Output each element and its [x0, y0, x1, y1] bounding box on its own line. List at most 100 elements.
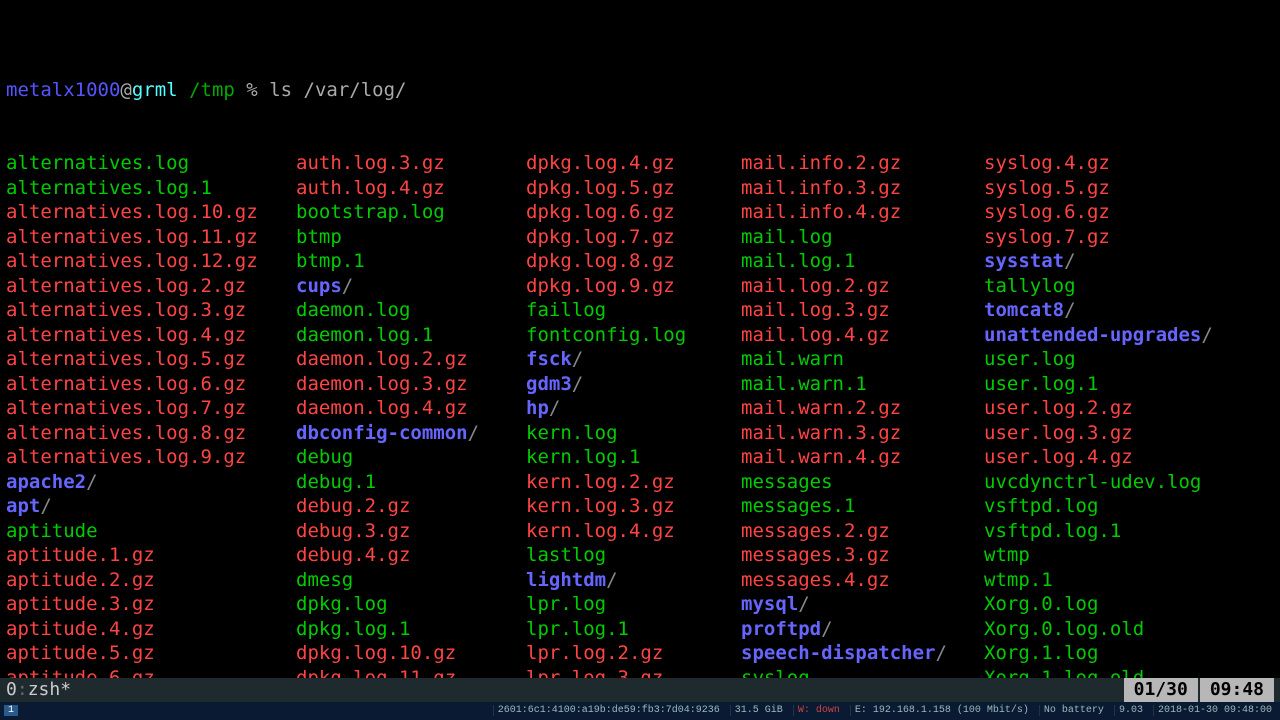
ls-entry: daemon.log.4.gz: [296, 396, 526, 421]
archive-entry: auth.log.4.gz: [296, 177, 445, 199]
battery-segment: No battery: [1039, 705, 1108, 716]
ls-entry: daemon.log.3.gz: [296, 372, 526, 397]
status-date: 01/30: [1124, 678, 1198, 702]
archive-entry: alternatives.log.6.gz: [6, 373, 246, 395]
ls-entry: mail.info.2.gz: [741, 151, 984, 176]
dir-entry: lightdm: [526, 569, 606, 591]
file-entry: dmesg: [296, 569, 353, 591]
file-entry: faillog: [526, 299, 606, 321]
file-entry: vsftpd.log.1: [984, 520, 1121, 542]
file-entry: mail.warn: [741, 348, 844, 370]
ls-row: alternatives.log.6.gzdaemon.log.3.gzgdm3…: [6, 372, 1274, 397]
ls-entry: wtmp.1: [984, 568, 1053, 593]
ls-entry: debug.4.gz: [296, 543, 526, 568]
ls-row: alternatives.log.8.gzdbconfig-common/ker…: [6, 421, 1274, 446]
file-entry: tallylog: [984, 275, 1076, 297]
workspace-indicator[interactable]: 1: [4, 702, 22, 720]
file-entry: mail.log.1: [741, 250, 855, 272]
ls-entry: debug.3.gz: [296, 519, 526, 544]
dir-entry: sysstat: [984, 250, 1064, 272]
ls-row: alternatives.log.9.gzdebugkern.log.1mail…: [6, 445, 1274, 470]
ls-entry: debug.1: [296, 470, 526, 495]
dir-slash: /: [1064, 250, 1075, 272]
ls-row: alternatives.log.1auth.log.4.gzdpkg.log.…: [6, 176, 1274, 201]
ls-row: aptitude.4.gzdpkg.log.1lpr.log.1proftpd/…: [6, 617, 1274, 642]
ls-entry: tallylog: [984, 274, 1076, 299]
archive-entry: daemon.log.3.gz: [296, 373, 468, 395]
ls-row: apt/debug.2.gzkern.log.3.gzmessages.1vsf…: [6, 494, 1274, 519]
file-entry: kern.log.1: [526, 446, 640, 468]
dir-entry: fsck: [526, 348, 572, 370]
ls-entry: lightdm/: [526, 568, 741, 593]
dir-entry: cups: [296, 275, 342, 297]
command-text: ls /var/log/: [269, 79, 406, 101]
archive-entry: syslog.4.gz: [984, 152, 1110, 174]
archive-entry: alternatives.log.2.gz: [6, 275, 246, 297]
archive-entry: dpkg.log.9.gz: [526, 275, 675, 297]
ls-entry: Xorg.0.log.old: [984, 617, 1144, 642]
dir-entry: apache2: [6, 471, 86, 493]
dir-slash: /: [821, 618, 832, 640]
file-entry: bootstrap.log: [296, 201, 445, 223]
ls-entry: alternatives.log.8.gz: [6, 421, 296, 446]
file-entry: Xorg.0.log.old: [984, 618, 1144, 640]
eth-segment: E: 192.168.1.158 (100 Mbit/s): [850, 705, 1033, 716]
dir-entry: tomcat8: [984, 299, 1064, 321]
ls-entry: alternatives.log: [6, 151, 296, 176]
file-entry: mail.log: [741, 226, 833, 248]
ls-entry: aptitude.2.gz: [6, 568, 296, 593]
file-entry: daemon.log.1: [296, 324, 433, 346]
ls-entry: lpr.log: [526, 592, 741, 617]
archive-entry: dpkg.log.6.gz: [526, 201, 675, 223]
archive-entry: aptitude.4.gz: [6, 618, 155, 640]
ls-entry: apt/: [6, 494, 296, 519]
file-entry: wtmp.1: [984, 569, 1053, 591]
ls-entry: aptitude.4.gz: [6, 617, 296, 642]
ls-row: alternatives.log.7.gzdaemon.log.4.gzhp/m…: [6, 396, 1274, 421]
ls-entry: mysql/: [741, 592, 984, 617]
file-entry: user.log.1: [984, 373, 1098, 395]
status-left: 0:zsh*: [6, 678, 71, 702]
ls-entry: alternatives.log.10.gz: [6, 200, 296, 225]
status-right: 01/30 09:48: [1124, 678, 1274, 702]
archive-entry: messages.2.gz: [741, 520, 890, 542]
file-entry: debug.1: [296, 471, 376, 493]
archive-entry: mail.log.2.gz: [741, 275, 890, 297]
ls-entry: mail.warn.3.gz: [741, 421, 984, 446]
archive-entry: dpkg.log.7.gz: [526, 226, 675, 248]
dir-entry: hp: [526, 397, 549, 419]
ls-entry: syslog.6.gz: [984, 200, 1110, 225]
ipv6-segment: 2601:6c1:4100:a19b:de59:fb3:7d04:9236: [493, 705, 724, 716]
dir-slash: /: [549, 397, 560, 419]
archive-entry: alternatives.log.12.gz: [6, 250, 258, 272]
archive-entry: syslog.6.gz: [984, 201, 1110, 223]
prompt-user: metalx1000: [6, 79, 120, 101]
ls-entry: auth.log.4.gz: [296, 176, 526, 201]
dir-slash: /: [86, 471, 97, 493]
ls-entry: syslog.5.gz: [984, 176, 1110, 201]
ls-entry: daemon.log.1: [296, 323, 526, 348]
ls-entry: alternatives.log.1: [6, 176, 296, 201]
file-entry: messages.1: [741, 495, 855, 517]
ls-entry: Xorg.0.log: [984, 592, 1098, 617]
ls-entry: alternatives.log.2.gz: [6, 274, 296, 299]
archive-entry: debug.4.gz: [296, 544, 410, 566]
ls-entry: aptitude.1.gz: [6, 543, 296, 568]
file-entry: Xorg.0.log: [984, 593, 1098, 615]
file-entry: kern.log: [526, 422, 618, 444]
ls-entry: aptitude: [6, 519, 296, 544]
dir-slash: /: [572, 373, 583, 395]
terminal[interactable]: metalx1000@grml /tmp % ls /var/log/ alte…: [0, 0, 1280, 720]
ls-entry: tomcat8/: [984, 298, 1076, 323]
ls-entry: daemon.log: [296, 298, 526, 323]
archive-entry: alternatives.log.10.gz: [6, 201, 258, 223]
ls-entry: user.log.4.gz: [984, 445, 1133, 470]
archive-entry: alternatives.log.7.gz: [6, 397, 246, 419]
archive-entry: mail.log.3.gz: [741, 299, 890, 321]
archive-entry: aptitude.5.gz: [6, 642, 155, 664]
ls-row: alternatives.log.12.gzbtmp.1dpkg.log.8.g…: [6, 249, 1274, 274]
ls-entry: alternatives.log.11.gz: [6, 225, 296, 250]
disk-segment: 31.5 GiB: [730, 705, 787, 716]
prompt-symbol: %: [246, 79, 257, 101]
dir-slash: /: [606, 569, 617, 591]
